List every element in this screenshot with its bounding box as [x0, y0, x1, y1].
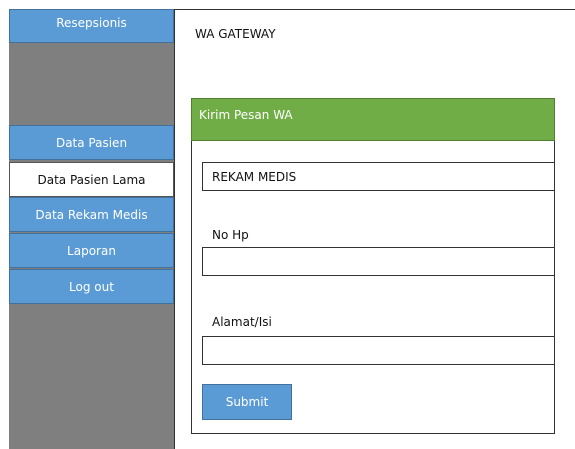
address-label: Alamat/Isi [212, 315, 272, 329]
sidebar-item-laporan[interactable]: Laporan [9, 233, 174, 268]
phone-input[interactable] [202, 247, 555, 276]
main-content: WA GATEWAY Kirim Pesan WA REKAM MEDIS No… [174, 9, 575, 449]
sidebar-item-logout[interactable]: Log out [9, 269, 174, 304]
submit-button[interactable]: Submit [202, 384, 292, 420]
sidebar: Resepsionis Data Pasien Data Pasien Lama… [9, 9, 174, 449]
rekam-medis-field[interactable]: REKAM MEDIS [202, 162, 555, 191]
sidebar-item-data-pasien[interactable]: Data Pasien [9, 125, 174, 160]
send-message-panel: Kirim Pesan WA REKAM MEDIS No Hp Alamat/… [191, 98, 555, 434]
page-title: WA GATEWAY [195, 27, 276, 41]
address-input[interactable] [202, 336, 555, 365]
sidebar-item-data-pasien-lama[interactable]: Data Pasien Lama [9, 162, 174, 197]
sidebar-item-data-rekam-medis[interactable]: Data Rekam Medis [9, 197, 174, 232]
panel-header: Kirim Pesan WA [191, 98, 555, 141]
phone-label: No Hp [212, 228, 249, 242]
sidebar-title: Resepsionis [9, 9, 174, 43]
